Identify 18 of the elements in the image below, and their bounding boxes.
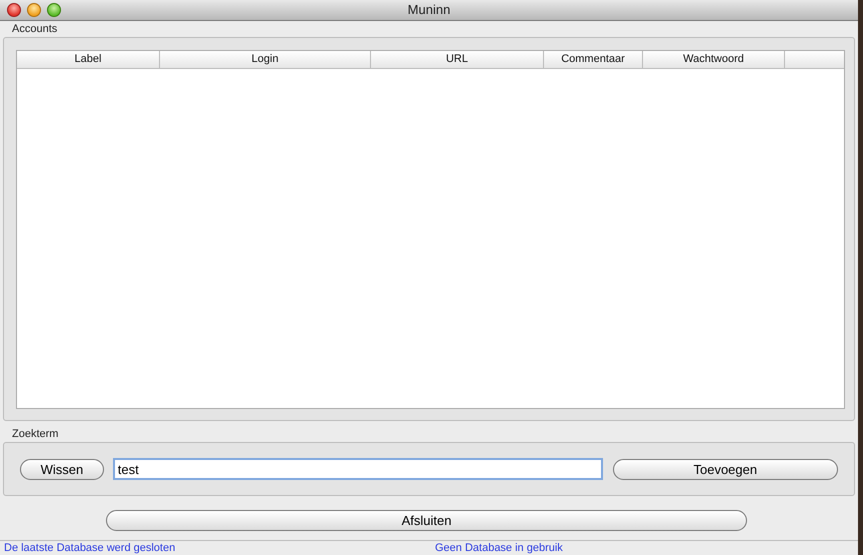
column-header bbox=[785, 51, 844, 69]
clear-button[interactable]: Wissen bbox=[20, 458, 104, 480]
zoom-icon[interactable] bbox=[47, 3, 61, 17]
column-header[interactable]: Label bbox=[17, 51, 160, 69]
status-text: De laatste Database werd gesloten bbox=[4, 540, 176, 555]
close-icon[interactable] bbox=[7, 3, 21, 17]
search-field[interactable]: test bbox=[112, 458, 603, 480]
group-label: Zoekterm bbox=[12, 427, 58, 441]
column-header[interactable]: Wachtwoord bbox=[643, 51, 785, 69]
column-header[interactable]: Commentaar bbox=[544, 51, 643, 69]
minimize-icon[interactable] bbox=[27, 3, 41, 17]
group-label: Accounts bbox=[12, 22, 58, 36]
status-text: Geen Database in gebruik bbox=[435, 540, 563, 555]
column-header[interactable]: URL bbox=[371, 51, 544, 69]
close-button[interactable]: Afsluiten bbox=[106, 510, 747, 531]
column-header[interactable]: Login bbox=[160, 51, 371, 69]
window-title: Muninn bbox=[408, 1, 450, 20]
add-button[interactable]: Toevoegen bbox=[612, 458, 838, 480]
